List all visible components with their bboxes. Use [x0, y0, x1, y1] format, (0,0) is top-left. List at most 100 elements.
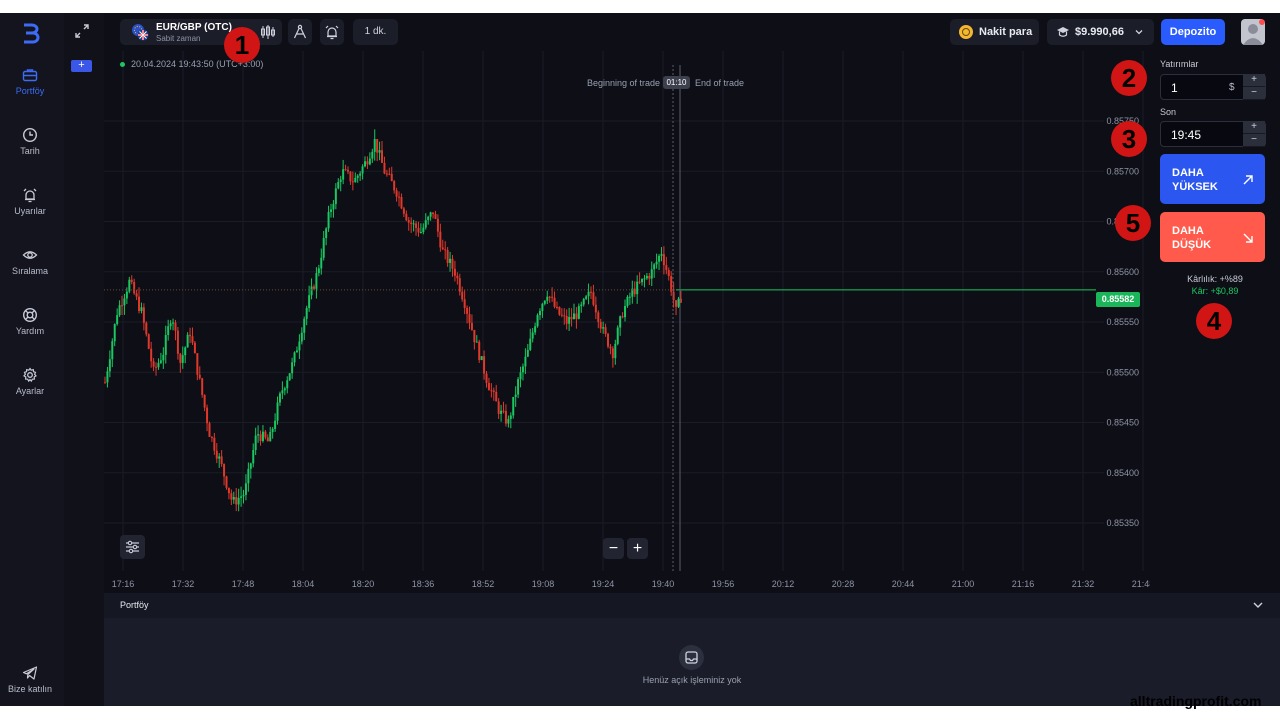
- fullscreen-icon[interactable]: [74, 23, 90, 39]
- candle-body: [624, 305, 627, 318]
- candle-body: [398, 196, 401, 198]
- lower-button[interactable]: DAHA DÜŞÜK: [1160, 212, 1265, 262]
- candle-body: [140, 307, 143, 311]
- candle-body: [227, 487, 230, 494]
- balance-selector[interactable]: $9.990,66: [1047, 19, 1154, 45]
- drawing-tools-button[interactable]: [288, 19, 312, 45]
- decrease-expiry-button[interactable]: −: [1243, 134, 1265, 147]
- candle-body: [342, 169, 345, 180]
- candle-body: [196, 353, 199, 375]
- candle-body: [521, 366, 524, 373]
- indicators-button[interactable]: [120, 535, 145, 559]
- candle-body: [439, 231, 442, 248]
- candle-body: [619, 316, 622, 328]
- candle-body: [504, 411, 507, 424]
- candle-body: [543, 300, 546, 304]
- investment-stepper[interactable]: + −: [1243, 74, 1265, 100]
- candle-body: [189, 334, 192, 337]
- candle-body: [599, 321, 602, 329]
- alarm-plus-icon: [325, 25, 339, 40]
- portfolio-panel: Portföy Henüz açık işleminiz yok: [104, 593, 1280, 706]
- price-tick-label: 0.85350: [1106, 518, 1139, 528]
- candle-body: [546, 296, 549, 301]
- higher-button[interactable]: DAHA YÜKSEK: [1160, 154, 1265, 204]
- candle-body: [261, 431, 264, 441]
- chevron-down-icon[interactable]: [1252, 600, 1264, 610]
- candle-body: [483, 356, 486, 374]
- candle-body: [303, 318, 306, 333]
- candle-body: [235, 496, 238, 505]
- candle-body: [240, 496, 243, 498]
- increase-expiry-button[interactable]: +: [1243, 121, 1265, 134]
- sidebar-item-help[interactable]: Yardım: [0, 307, 60, 347]
- candle-body: [300, 332, 303, 342]
- candle-body: [643, 278, 646, 280]
- time-tick-label: 20:12: [772, 579, 795, 589]
- candle-body: [500, 410, 503, 414]
- avatar[interactable]: [1241, 19, 1265, 45]
- candle-body: [152, 361, 155, 367]
- candle-body: [368, 158, 371, 165]
- eye-icon: [22, 251, 38, 259]
- expiry-label: Son: [1160, 107, 1177, 117]
- price-chart[interactable]: 0.857500.857000.856500.856000.855500.855…: [104, 51, 1150, 593]
- brand-logo: [24, 23, 40, 44]
- candle-body: [242, 494, 245, 497]
- candle-body: [577, 306, 580, 319]
- candle-body: [607, 333, 610, 347]
- sidebar-item-label: Tarih: [20, 146, 40, 156]
- candle-body: [298, 341, 301, 351]
- candle-body: [417, 227, 420, 233]
- candle-body: [383, 162, 386, 174]
- price-alert-button[interactable]: [320, 19, 344, 45]
- time-tick-label: 17:48: [232, 579, 255, 589]
- candle-body: [524, 356, 527, 367]
- sidebar-item-label: Sıralama: [11, 266, 48, 276]
- candle-body: [271, 428, 274, 433]
- candlestick-icon[interactable]: [260, 24, 276, 40]
- asset-name: EUR/GBP (OTC): [156, 22, 232, 33]
- candle-body: [308, 295, 311, 309]
- sidebar: Portföy Tarih Uyarılar Sıralama Yardım A…: [0, 13, 64, 706]
- candle-body: [283, 388, 286, 391]
- end-of-trade-label: End of trade: [695, 78, 745, 88]
- zoom-out-button[interactable]: −: [603, 538, 624, 559]
- sidebar-item-history[interactable]: Tarih: [0, 127, 60, 167]
- join-us-link[interactable]: Bize katılın: [0, 665, 60, 705]
- candle-body: [232, 496, 235, 500]
- sidebar-item-portfolio[interactable]: Portföy: [0, 67, 60, 107]
- sliders-icon: [126, 540, 139, 554]
- cash-button[interactable]: Nakit para: [950, 19, 1039, 45]
- timeframe-selector[interactable]: 1 dk.: [353, 19, 398, 45]
- inbox-icon: [679, 645, 704, 670]
- decrease-investment-button[interactable]: −: [1243, 87, 1265, 100]
- trading-app: Portföy Tarih Uyarılar Sıralama Yardım A…: [0, 13, 1280, 706]
- portfolio-header[interactable]: Portföy: [104, 593, 1280, 618]
- candle-body: [142, 307, 145, 323]
- add-chart-button[interactable]: +: [71, 60, 92, 72]
- candle-body: [225, 476, 228, 488]
- price-tick-label: 0.85400: [1106, 468, 1139, 478]
- sidebar-item-alerts[interactable]: Uyarılar: [0, 187, 60, 227]
- price-tick-label: 0.85600: [1106, 267, 1139, 277]
- price-tick-label: 0.85700: [1106, 166, 1139, 176]
- candle-body: [125, 291, 128, 299]
- sidebar-item-settings[interactable]: Ayarlar: [0, 367, 60, 407]
- candle-body: [276, 402, 279, 421]
- candle-body: [495, 391, 498, 402]
- candle-body: [371, 151, 374, 159]
- lifebuoy-icon: [22, 307, 38, 323]
- candle-body: [215, 450, 218, 459]
- candle-body: [322, 238, 325, 258]
- increase-investment-button[interactable]: +: [1243, 74, 1265, 87]
- candle-body: [237, 497, 240, 505]
- expiry-stepper[interactable]: + −: [1243, 121, 1265, 147]
- candle-body: [497, 401, 500, 414]
- zoom-in-button[interactable]: +: [627, 538, 648, 559]
- time-tick-label: 21:48: [1132, 579, 1150, 589]
- deposit-button[interactable]: Depozito: [1161, 19, 1225, 45]
- sidebar-item-ranking[interactable]: Sıralama: [0, 247, 60, 287]
- alarm-icon: [23, 188, 37, 203]
- candle-body: [203, 394, 206, 408]
- candle-body: [650, 269, 653, 279]
